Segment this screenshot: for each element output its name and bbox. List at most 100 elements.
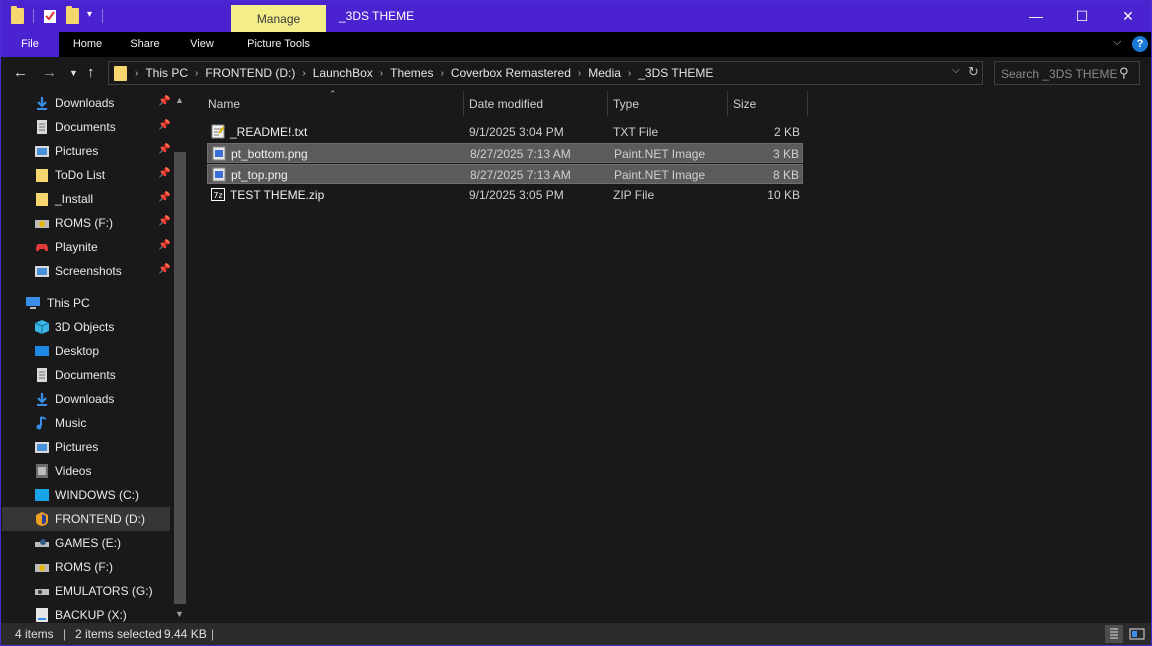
sidebar-item-downloads[interactable]: Downloads 📌 xyxy=(2,91,170,115)
properties-icon[interactable] xyxy=(43,8,59,24)
back-arrow-icon[interactable]: ← xyxy=(13,64,28,81)
pin-icon[interactable]: 📌 xyxy=(158,264,170,275)
chevron-right-icon[interactable]: › xyxy=(440,68,443,79)
documents-icon xyxy=(37,120,47,134)
help-icon[interactable]: ? xyxy=(1132,36,1148,52)
breadcrumb-item[interactable]: LaunchBox xyxy=(313,66,373,80)
search-icon[interactable]: ⚲ xyxy=(1119,65,1129,81)
sidebar-item-games-e[interactable]: GAMES (E:) xyxy=(2,531,170,555)
sidebar-item-label: Pictures xyxy=(55,440,99,454)
sidebar-item-label: FRONTEND (D:) xyxy=(55,512,145,526)
search-placeholder: Search _3DS THEME xyxy=(1001,67,1118,81)
up-arrow-icon[interactable]: ↑ xyxy=(87,64,95,81)
tab-home[interactable]: Home xyxy=(59,32,116,57)
sidebar-item-label: Videos xyxy=(55,464,92,478)
pin-icon[interactable]: 📌 xyxy=(158,120,170,131)
pin-icon[interactable]: 📌 xyxy=(158,144,170,155)
sidebar-item-windows-c[interactable]: WINDOWS (C:) xyxy=(2,483,170,507)
tab-view[interactable]: View xyxy=(174,32,230,57)
sidebar-item-documents-pc[interactable]: Documents xyxy=(2,363,170,387)
drive-icon xyxy=(35,564,49,572)
scroll-down-icon[interactable]: ▼ xyxy=(175,609,184,619)
chevron-right-icon[interactable]: › xyxy=(578,68,581,79)
refresh-icon[interactable]: ↻ xyxy=(968,64,979,80)
sidebar-scrollbar-thumb[interactable] xyxy=(174,152,186,604)
column-divider[interactable] xyxy=(727,91,728,116)
pin-icon[interactable]: 📌 xyxy=(158,168,170,179)
sidebar-item-desktop[interactable]: Desktop xyxy=(2,339,170,363)
maximize-button[interactable]: ☐ xyxy=(1059,1,1105,32)
file-row[interactable]: pt_bottom.png 8/27/2025 7:13 AM Paint.NE… xyxy=(207,143,803,163)
address-bar[interactable]: › This PC › FRONTEND (D:) › LaunchBox › … xyxy=(108,61,983,85)
folder-icon xyxy=(114,65,127,81)
tab-share[interactable]: Share xyxy=(116,32,174,57)
forward-arrow-icon[interactable]: → xyxy=(42,64,57,81)
chevron-right-icon[interactable]: › xyxy=(380,68,383,79)
sidebar-item-music[interactable]: Music xyxy=(2,411,170,435)
title-bar[interactable]: ▾ Manage _3DS THEME — ☐ ✕ xyxy=(1,1,1151,32)
chevron-right-icon[interactable]: › xyxy=(135,68,138,79)
column-divider[interactable] xyxy=(807,91,808,116)
chevron-down-icon[interactable]: ⌵ xyxy=(952,65,960,76)
file-row[interactable]: pt_top.png 8/27/2025 7:13 AM Paint.NET I… xyxy=(207,164,803,184)
file-type: Paint.NET Image xyxy=(614,147,706,161)
pin-icon[interactable]: 📌 xyxy=(158,96,170,107)
sidebar-item-videos[interactable]: Videos xyxy=(2,459,170,483)
close-button[interactable]: ✕ xyxy=(1105,1,1151,32)
new-folder-icon[interactable] xyxy=(66,6,82,24)
ribbon-tabs: File Home Share View Picture Tools ⌵ ? xyxy=(1,32,1151,57)
details-view-button[interactable] xyxy=(1105,625,1123,643)
breadcrumb-item[interactable]: Themes xyxy=(390,66,433,80)
sidebar-item-frontend-d[interactable]: FRONTEND (D:) xyxy=(2,507,170,531)
breadcrumb-item[interactable]: This PC xyxy=(145,66,188,80)
breadcrumb-item[interactable]: FRONTEND (D:) xyxy=(205,66,295,80)
sidebar-item-playnite[interactable]: Playnite 📌 xyxy=(2,235,170,259)
tab-picture-tools[interactable]: Picture Tools xyxy=(231,32,326,57)
chevron-right-icon[interactable]: › xyxy=(628,68,631,79)
pin-icon[interactable]: 📌 xyxy=(158,216,170,227)
sidebar-item-install[interactable]: _Install 📌 xyxy=(2,187,170,211)
scroll-up-icon[interactable]: ▲ xyxy=(175,95,184,105)
column-header-size[interactable]: Size xyxy=(733,91,803,116)
large-icons-view-button[interactable] xyxy=(1128,625,1146,643)
expand-ribbon-icon[interactable]: ⌵ xyxy=(1113,36,1121,49)
file-size: 2 KB xyxy=(773,125,800,139)
sidebar-item-3d-objects[interactable]: 3D Objects xyxy=(2,315,170,339)
sidebar-item-this-pc[interactable]: This PC xyxy=(2,291,170,315)
sidebar-item-screenshots[interactable]: Screenshots 📌 xyxy=(2,259,170,283)
navigation-pane: Downloads 📌 Documents 📌 Pictures 📌 ToDo … xyxy=(2,91,189,623)
sidebar-item-todo-list[interactable]: ToDo List 📌 xyxy=(2,163,170,187)
toolbar-divider xyxy=(102,9,103,23)
window-title: _3DS THEME xyxy=(339,9,415,23)
column-header-name[interactable]: Name xyxy=(208,91,458,116)
sidebar-item-label: 3D Objects xyxy=(55,320,115,334)
computer-icon xyxy=(26,297,40,309)
sidebar-item-downloads-pc[interactable]: Downloads xyxy=(2,387,170,411)
sidebar-item-backup-x[interactable]: BACKUP (X:) xyxy=(2,603,170,623)
column-header-date[interactable]: Date modified xyxy=(469,91,609,116)
chevron-right-icon[interactable]: › xyxy=(302,68,305,79)
column-header-type[interactable]: Type xyxy=(613,91,723,116)
file-row[interactable]: 7z TEST THEME.zip 9/1/2025 3:05 PM ZIP F… xyxy=(207,185,803,205)
breadcrumb-item[interactable]: _3DS THEME xyxy=(638,66,713,80)
search-input[interactable]: Search _3DS THEME ⚲ xyxy=(994,61,1140,85)
chevron-right-icon[interactable]: › xyxy=(195,68,198,79)
sidebar-item-pictures-pc[interactable]: Pictures xyxy=(2,435,170,459)
sidebar-item-documents[interactable]: Documents 📌 xyxy=(2,115,170,139)
recent-locations-icon[interactable]: ▼ xyxy=(69,68,78,78)
pin-icon[interactable]: 📌 xyxy=(158,240,170,251)
sidebar-item-roms-f[interactable]: ROMS (F:) xyxy=(2,555,170,579)
minimize-button[interactable]: — xyxy=(1013,1,1059,32)
customize-toolbar-icon[interactable]: ▾ xyxy=(87,9,103,25)
sidebar-item-pictures[interactable]: Pictures 📌 xyxy=(2,139,170,163)
sidebar-item-emulators-g[interactable]: EMULATORS (G:) xyxy=(2,579,170,603)
column-divider[interactable] xyxy=(607,91,608,116)
sidebar-item-roms-quick[interactable]: ROMS (F:) 📌 xyxy=(2,211,170,235)
tab-manage[interactable]: Manage xyxy=(231,5,326,32)
pin-icon[interactable]: 📌 xyxy=(158,192,170,203)
breadcrumb-item[interactable]: Coverbox Remastered xyxy=(451,66,571,80)
file-row[interactable]: _README!.txt 9/1/2025 3:04 PM TXT File 2… xyxy=(207,122,803,142)
column-divider[interactable] xyxy=(463,91,464,116)
tab-file[interactable]: File xyxy=(1,32,59,57)
breadcrumb-item[interactable]: Media xyxy=(588,66,621,80)
